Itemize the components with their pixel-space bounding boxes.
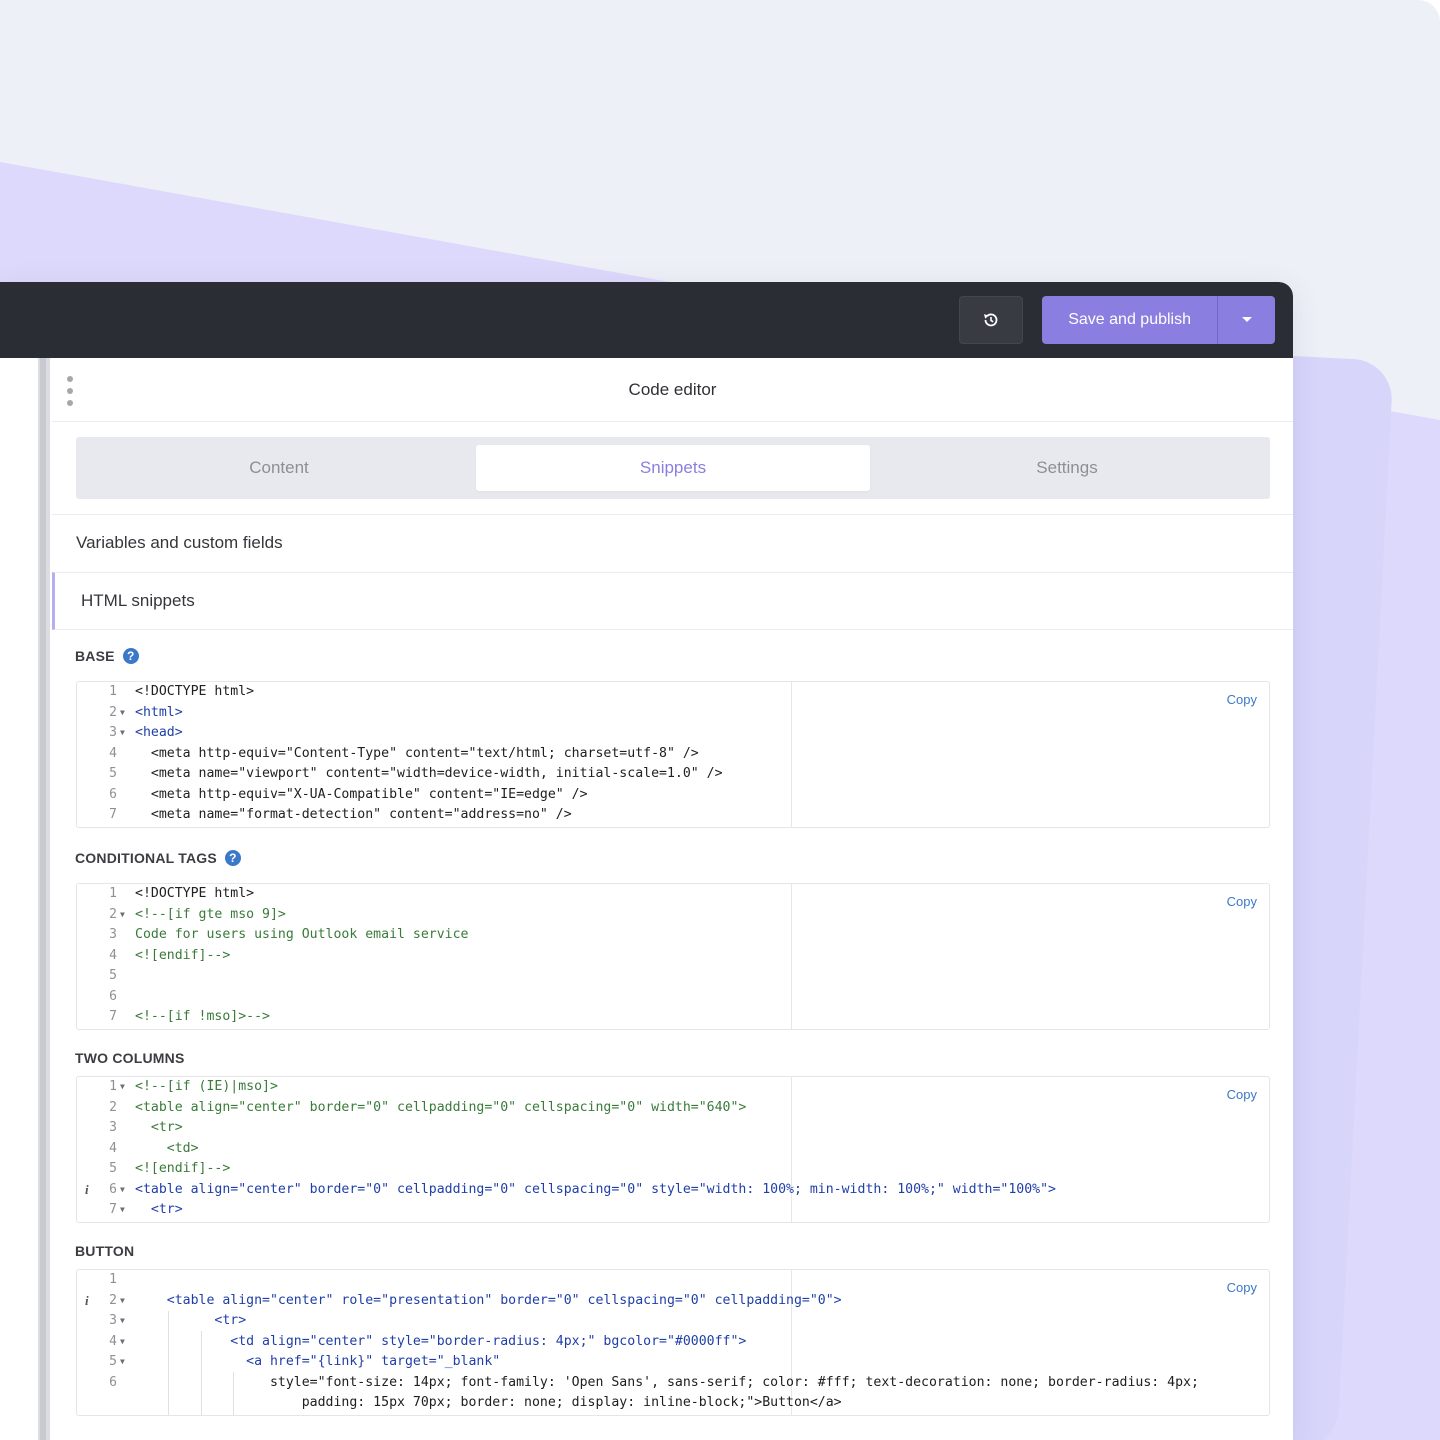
snippet-label-base: BASE ? xyxy=(75,648,139,664)
help-icon[interactable]: ? xyxy=(224,850,241,866)
copy-button[interactable]: Copy xyxy=(1227,1087,1257,1102)
fold-toggle-icon[interactable]: ▼ xyxy=(120,1311,125,1332)
fold-toggle-icon[interactable]: ▼ xyxy=(120,905,125,926)
code-line: <tr> xyxy=(135,1313,247,1328)
code-line: <tr> xyxy=(135,1120,183,1135)
tab-settings[interactable]: Settings xyxy=(870,445,1264,491)
code-line: <meta http-equiv="Content-Type" content=… xyxy=(135,745,699,761)
fold-toggle-icon[interactable]: ▼ xyxy=(120,703,125,724)
caret-down-icon xyxy=(1241,317,1252,322)
tab-content[interactable]: Content xyxy=(82,445,476,491)
snippet-label-conditional: CONDITIONAL TAGS ? xyxy=(75,850,241,866)
resize-rail[interactable] xyxy=(38,358,50,1440)
section-html-snippets[interactable]: HTML snippets xyxy=(52,572,1293,630)
code-line: <td align="center" style="border-radius:… xyxy=(135,1333,747,1349)
code-line: <!--[if gte mso 9]> xyxy=(135,906,286,922)
code-line: <tr> xyxy=(135,1202,183,1217)
section-variables[interactable]: Variables and custom fields xyxy=(52,514,1293,571)
code-line: style="font-size: 14px; font-family: 'Op… xyxy=(135,1374,1199,1390)
code-line: padding: 15px 70px; border: none; displa… xyxy=(135,1395,842,1410)
top-toolbar: Save and publish xyxy=(0,282,1293,358)
code-line: <table align="center" role="presentation… xyxy=(135,1292,842,1308)
code-line: <![endif]--> xyxy=(135,947,231,963)
panel-title: Code editor xyxy=(52,358,1293,422)
editor-window: Save and publish Code editor Content Sni… xyxy=(0,282,1293,1440)
snippet-label-button: BUTTON xyxy=(75,1243,134,1259)
code-line: <head> xyxy=(135,725,183,740)
fold-toggle-icon[interactable]: ▼ xyxy=(120,1180,125,1201)
fold-toggle-icon[interactable]: ▼ xyxy=(120,1352,125,1373)
history-button[interactable] xyxy=(959,296,1023,344)
fold-toggle-icon[interactable]: ▼ xyxy=(120,1291,125,1312)
code-line: <meta http-equiv="X-UA-Compatible" conte… xyxy=(135,786,588,802)
code-line: <![endif]--> xyxy=(135,1161,231,1176)
tab-snippets[interactable]: Snippets xyxy=(476,445,870,491)
copy-button[interactable]: Copy xyxy=(1227,1280,1257,1295)
code-block-conditional[interactable]: 1 <!DOCTYPE html> 2 ▼ <!--[if gte mso 9]> 3… xyxy=(76,883,1270,1030)
fold-toggle-icon[interactable]: ▼ xyxy=(120,1200,125,1221)
snippet-title: TWO COLUMNS xyxy=(75,1050,185,1066)
page-background: Save and publish Code editor Content Sni… xyxy=(0,0,1440,1440)
code-line: Code for users using Outlook email servi… xyxy=(135,927,469,942)
snippet-label-two-columns: TWO COLUMNS xyxy=(75,1050,185,1066)
publish-options-button[interactable] xyxy=(1217,296,1275,344)
history-icon xyxy=(984,313,998,327)
code-line: <!--[if (IE)|mso]> xyxy=(135,1079,278,1094)
code-block-two-columns[interactable]: 1 ▼ <!--[if (IE)|mso]> 2 <table align="cent… xyxy=(76,1076,1270,1223)
drag-handle-icon[interactable] xyxy=(66,376,74,406)
code-line: <!DOCTYPE html> xyxy=(135,886,255,901)
fold-toggle-icon[interactable]: ▼ xyxy=(120,723,125,744)
snippet-title: CONDITIONAL TAGS xyxy=(75,850,217,866)
copy-button[interactable]: Copy xyxy=(1227,894,1257,909)
resize-rail-handle[interactable] xyxy=(40,358,46,1440)
code-line: <!--[if !mso]>--> xyxy=(135,1009,270,1024)
fold-toggle-icon[interactable]: ▼ xyxy=(120,1332,125,1353)
code-line: <meta name="viewport" content="width=dev… xyxy=(135,766,723,781)
code-line: <table align="center" border="0" cellpad… xyxy=(135,1099,747,1115)
code-line: <!DOCTYPE html> xyxy=(135,684,255,699)
fold-toggle-icon[interactable]: ▼ xyxy=(120,1077,125,1098)
copy-button[interactable]: Copy xyxy=(1227,692,1257,707)
publish-button-group: Save and publish xyxy=(1042,296,1275,344)
code-line: <table align="center" border="0" cellpad… xyxy=(135,1181,1056,1197)
code-line: <td> xyxy=(135,1140,199,1156)
snippet-title: BASE xyxy=(75,648,115,664)
code-line: <html> xyxy=(135,704,183,720)
snippet-title: BUTTON xyxy=(75,1243,135,1259)
code-block-base[interactable]: 1 <!DOCTYPE html> 2 ▼ <html> 3 ▼ <head> 4 <me… xyxy=(76,681,1270,828)
code-line: <a href="{link}" target="_blank" xyxy=(135,1354,501,1369)
panel-tabs: Content Snippets Settings xyxy=(76,437,1270,499)
save-and-publish-button[interactable]: Save and publish xyxy=(1042,296,1218,344)
help-icon[interactable]: ? xyxy=(122,648,139,664)
code-block-button[interactable]: 1 i 2 ▼ <table align="center" role="presen… xyxy=(76,1269,1270,1416)
code-line: <meta name="format-detection" content="a… xyxy=(135,807,572,822)
code-editor-panel: Code editor Content Snippets Settings Va… xyxy=(52,358,1293,1440)
